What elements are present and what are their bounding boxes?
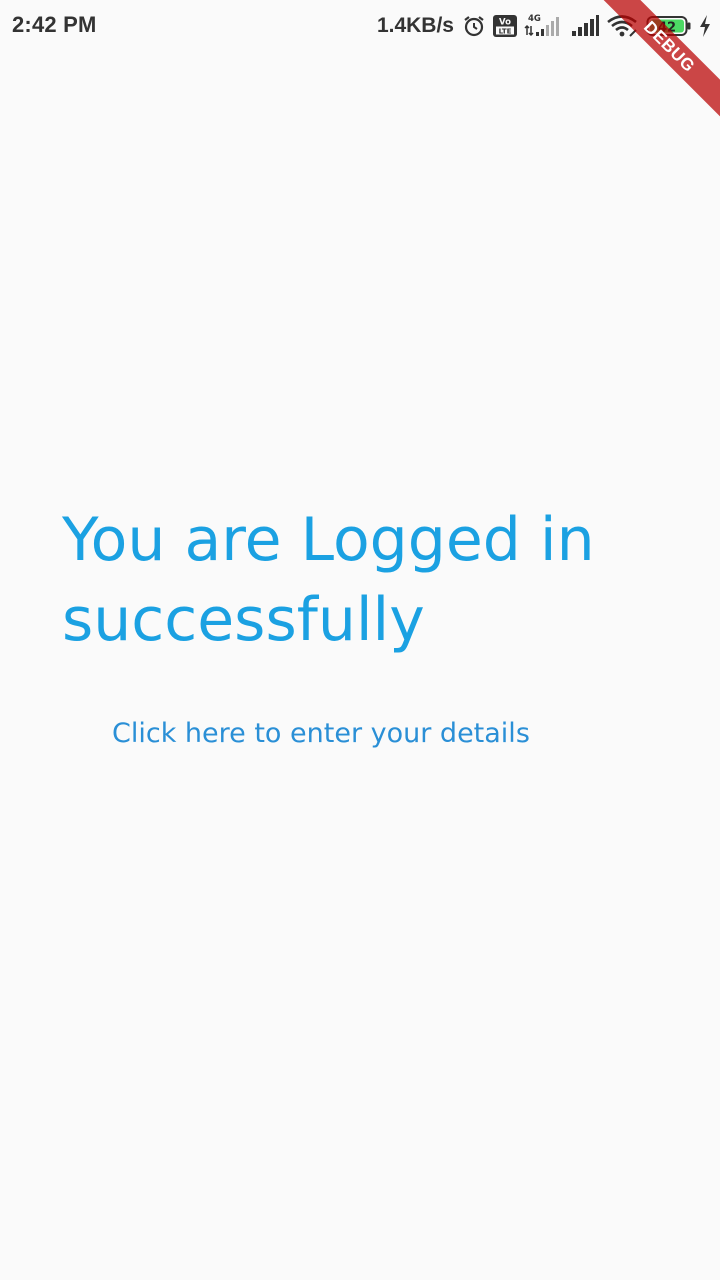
status-bar: 2:42 PM 1.4KB/s Vo LTE 4G 42 (0, 0, 720, 52)
screen: 2:42 PM 1.4KB/s Vo LTE 4G 42 DEBUG You a… (0, 0, 720, 1280)
enter-details-link[interactable]: Click here to enter your details (112, 718, 530, 749)
signal-4g-icon: 4G (524, 13, 564, 39)
main-content: You are Logged in successfully Click her… (0, 52, 720, 1280)
volte-icon: Vo LTE (492, 14, 518, 38)
wifi-icon (606, 14, 640, 38)
battery-level-text: 42 (658, 21, 676, 36)
volte-bottom-text: LTE (499, 28, 512, 36)
status-time: 2:42 PM (12, 12, 97, 37)
network-type-text: 4G (528, 14, 541, 24)
battery-icon: 42 (646, 14, 692, 38)
login-success-title: You are Logged in successfully (62, 505, 595, 655)
volte-top-text: Vo (499, 18, 511, 28)
signal-icon (570, 14, 600, 38)
status-icons: 1.4KB/s Vo LTE 4G 42 (377, 10, 712, 42)
alarm-icon (462, 14, 486, 38)
net-speed: 1.4KB/s (376, 14, 454, 37)
charging-icon (698, 14, 712, 38)
